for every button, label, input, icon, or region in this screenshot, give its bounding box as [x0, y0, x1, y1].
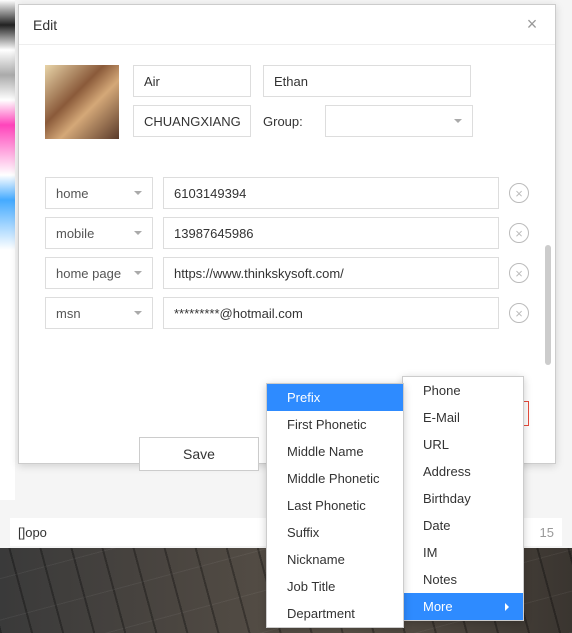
delete-icon[interactable]: × — [509, 183, 529, 203]
first-name-input[interactable] — [133, 65, 251, 97]
menu-item-suffix[interactable]: Suffix — [267, 519, 403, 546]
contact-time: 15 — [540, 525, 554, 540]
field-value-input[interactable] — [163, 297, 499, 329]
menu-item-email[interactable]: E-Mail — [403, 404, 523, 431]
avatar[interactable] — [45, 65, 119, 139]
fields-list: home × mobile × home page × msn × — [45, 177, 529, 329]
add-more-menu: Phone E-Mail URL Address Birthday Date I… — [402, 376, 524, 621]
menu-item-middle-name[interactable]: Middle Name — [267, 438, 403, 465]
menu-item-address[interactable]: Address — [403, 458, 523, 485]
delete-icon[interactable]: × — [509, 263, 529, 283]
company-input[interactable] — [133, 105, 251, 137]
modal-header: Edit × — [19, 5, 555, 45]
field-type-select[interactable]: msn — [45, 297, 153, 329]
menu-item-phone[interactable]: Phone — [403, 377, 523, 404]
menu-item-birthday[interactable]: Birthday — [403, 485, 523, 512]
menu-item-first-phonetic[interactable]: First Phonetic — [267, 411, 403, 438]
menu-item-job-title[interactable]: Job Title — [267, 573, 403, 600]
menu-item-notes[interactable]: Notes — [403, 566, 523, 593]
menu-item-prefix[interactable]: Prefix — [267, 384, 403, 411]
field-type-select[interactable]: home page — [45, 257, 153, 289]
field-row: mobile × — [45, 217, 529, 249]
delete-icon[interactable]: × — [509, 303, 529, 323]
field-row: home page × — [45, 257, 529, 289]
modal-title: Edit — [33, 17, 57, 33]
close-icon[interactable]: × — [523, 16, 541, 34]
more-submenu: Prefix First Phonetic Middle Name Middle… — [266, 383, 404, 628]
last-name-input[interactable] — [263, 65, 471, 97]
menu-item-im[interactable]: IM — [403, 539, 523, 566]
menu-item-department[interactable]: Department — [267, 600, 403, 627]
menu-item-middle-phonetic[interactable]: Middle Phonetic — [267, 465, 403, 492]
delete-icon[interactable]: × — [509, 223, 529, 243]
sidebar-thumbnails — [0, 0, 15, 500]
menu-item-more[interactable]: More — [403, 593, 523, 620]
menu-item-url[interactable]: URL — [403, 431, 523, 458]
field-row: msn × — [45, 297, 529, 329]
scrollbar[interactable] — [545, 245, 551, 365]
field-value-input[interactable] — [163, 257, 499, 289]
group-label: Group: — [263, 105, 313, 137]
menu-item-date[interactable]: Date — [403, 512, 523, 539]
group-select[interactable] — [325, 105, 473, 137]
menu-item-nickname[interactable]: Nickname — [267, 546, 403, 573]
field-row: home × — [45, 177, 529, 209]
field-type-select[interactable]: mobile — [45, 217, 153, 249]
contact-name: []opo — [18, 525, 47, 540]
save-button[interactable]: Save — [139, 437, 259, 471]
field-value-input[interactable] — [163, 217, 499, 249]
menu-item-last-phonetic[interactable]: Last Phonetic — [267, 492, 403, 519]
field-type-select[interactable]: home — [45, 177, 153, 209]
field-value-input[interactable] — [163, 177, 499, 209]
